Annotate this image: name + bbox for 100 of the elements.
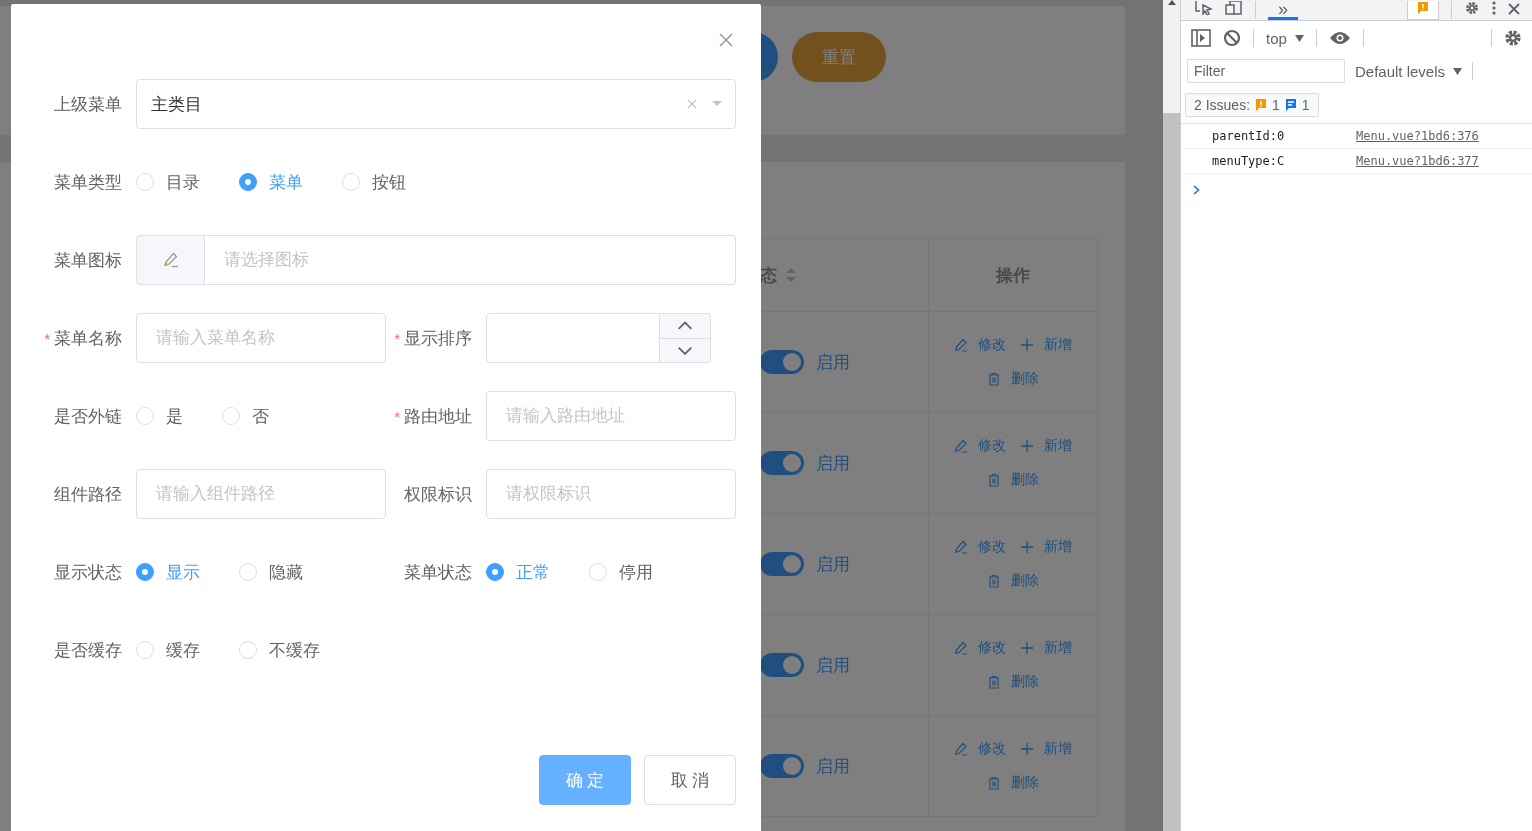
trash-icon <box>987 675 1001 689</box>
edit-link[interactable]: 修改 <box>954 538 1006 556</box>
trash-icon <box>987 372 1001 386</box>
prompt-icon[interactable] <box>1193 185 1200 195</box>
delete-link[interactable]: 删除 <box>987 673 1039 691</box>
sort-icon[interactable] <box>785 267 797 283</box>
radio-label[interactable]: 否 <box>252 404 269 428</box>
field-label: 菜单类型 <box>54 171 122 194</box>
pencil-icon <box>954 742 968 756</box>
eye-icon[interactable] <box>1328 31 1351 45</box>
text-input-field[interactable]: 请权限标识 <box>486 469 736 519</box>
filter-field[interactable]: Filter <box>1187 59 1345 83</box>
scrollbar-thumb[interactable] <box>1163 113 1180 831</box>
plus-icon <box>1020 338 1034 352</box>
pencil-icon <box>954 439 968 453</box>
pencil-icon <box>954 338 968 352</box>
block-icon[interactable] <box>1223 29 1241 47</box>
text-input-field[interactable]: 请输入组件路径 <box>136 469 386 519</box>
delete-link[interactable]: 删除 <box>987 471 1039 489</box>
field-label: 是否外链 <box>54 405 122 428</box>
radio-button[interactable] <box>136 563 154 581</box>
cancel-button[interactable]: 取 消 <box>644 755 736 805</box>
add-link[interactable]: 新增 <box>1020 437 1072 455</box>
message-icon <box>1284 99 1297 111</box>
edit-link[interactable]: 修改 <box>954 639 1006 657</box>
device-icon[interactable] <box>1225 1 1243 15</box>
toggle-switch[interactable] <box>760 653 804 677</box>
source-link[interactable]: Menu.vue?1bd6:376 <box>1356 129 1479 143</box>
delete-link[interactable]: 删除 <box>987 774 1039 792</box>
settings-icon[interactable] <box>1464 1 1480 15</box>
source-link[interactable]: Menu.vue?1bd6:377 <box>1356 154 1479 168</box>
status-label: 启用 <box>816 351 850 374</box>
add-link[interactable]: 新增 <box>1020 740 1072 758</box>
text-input-field[interactable]: 请输入路由地址 <box>486 391 736 441</box>
radio-label[interactable]: 隐藏 <box>269 560 303 584</box>
radio-label[interactable]: 是 <box>166 404 183 428</box>
sidebar-icon[interactable] <box>1191 29 1211 47</box>
console-message: parentId:0 <box>1211 129 1286 143</box>
toggle-switch[interactable] <box>760 754 804 778</box>
settings-icon[interactable] <box>1504 29 1522 47</box>
edit-link[interactable]: 修改 <box>954 740 1006 758</box>
radio-label[interactable]: 显示 <box>166 560 200 584</box>
edit-link[interactable]: 修改 <box>954 437 1006 455</box>
icon-input-field[interactable]: 请选择图标 <box>205 235 736 285</box>
pencil-icon <box>954 641 968 655</box>
radio-label[interactable]: 目录 <box>166 170 200 194</box>
add-link[interactable]: 新增 <box>1020 336 1072 354</box>
caret-icon <box>1453 67 1463 75</box>
number-spinner[interactable] <box>660 313 711 363</box>
warning-icon <box>1255 99 1268 111</box>
info-count: 1 <box>1301 97 1310 113</box>
pencil-icon <box>954 540 968 554</box>
trash-icon <box>987 776 1001 790</box>
radio-label[interactable]: 菜单 <box>269 170 303 194</box>
radio-label[interactable]: 按钮 <box>372 170 406 194</box>
radio-button[interactable] <box>486 563 504 581</box>
field-label: 组件路径 <box>54 483 122 506</box>
edit-link[interactable]: 修改 <box>954 336 1006 354</box>
clear-icon[interactable] <box>687 99 697 109</box>
more-tabs-tab[interactable]: » <box>1268 0 1298 20</box>
add-link[interactable]: 新增 <box>1020 639 1072 657</box>
field-label: 菜单图标 <box>54 249 122 272</box>
field-label: 是否缓存 <box>54 639 122 662</box>
plus-icon <box>1020 439 1034 453</box>
number-input-field[interactable] <box>486 313 660 363</box>
radio-label[interactable]: 缓存 <box>166 638 200 662</box>
delete-link[interactable]: 删除 <box>987 370 1039 388</box>
close-icon[interactable] <box>719 33 733 47</box>
radio-label[interactable]: 正常 <box>516 560 550 584</box>
more-icon[interactable] <box>1492 1 1496 15</box>
console-message: menuType:C <box>1211 154 1286 168</box>
warning-badge[interactable] <box>1407 1 1439 20</box>
field-label: 菜单状态 <box>404 561 472 584</box>
radio-label[interactable]: 停用 <box>619 560 653 584</box>
required-asterisk: * <box>394 329 400 347</box>
caret-icon <box>711 100 723 108</box>
status-label: 启用 <box>816 553 850 576</box>
inspect-icon[interactable] <box>1195 1 1213 15</box>
plus-icon <box>1020 641 1034 655</box>
reset-button[interactable]: 重置 <box>792 32 886 82</box>
pencil-icon <box>162 252 179 268</box>
scrollbar[interactable] <box>1160 0 1180 831</box>
select-field[interactable]: 主类目 <box>136 79 736 129</box>
close-icon[interactable] <box>1508 3 1520 15</box>
context-selector[interactable]: top <box>1266 29 1304 47</box>
toggle-switch[interactable] <box>760 451 804 475</box>
delete-link[interactable]: 删除 <box>987 572 1039 590</box>
levels-dropdown[interactable]: Default levels <box>1355 62 1463 80</box>
scroll-up-icon[interactable] <box>1167 0 1176 5</box>
toggle-switch[interactable] <box>760 350 804 374</box>
issues-button[interactable]: 2 Issues: 1 1 <box>1185 93 1319 117</box>
status-label: 启用 <box>816 755 850 778</box>
toggle-switch[interactable] <box>760 552 804 576</box>
radio-label[interactable]: 不缓存 <box>269 638 320 662</box>
text-input-field[interactable]: 请输入菜单名称 <box>136 313 386 363</box>
warning-icon <box>1417 1 1429 14</box>
add-link[interactable]: 新增 <box>1020 538 1072 556</box>
confirm-button[interactable]: 确 定 <box>539 755 631 805</box>
radio-button[interactable] <box>239 173 257 191</box>
plus-icon <box>1020 742 1034 756</box>
